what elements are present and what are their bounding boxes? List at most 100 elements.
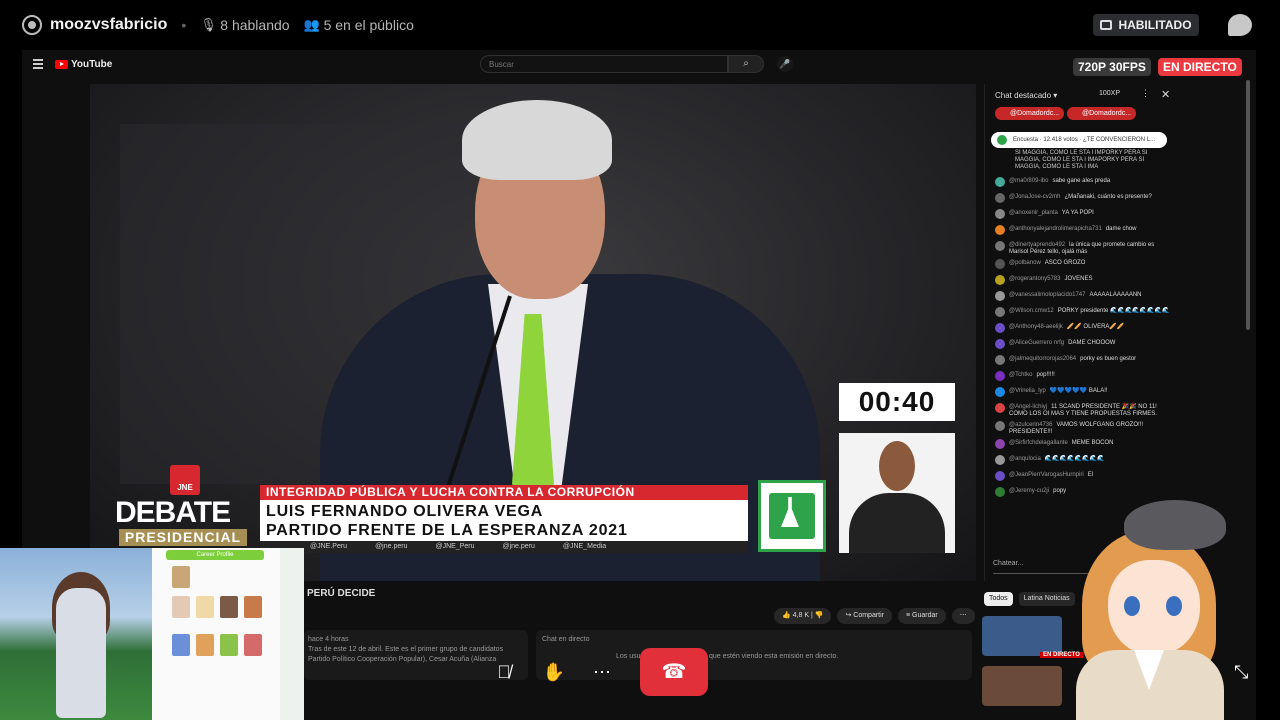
speakers-label: 8 hablando [220, 17, 290, 33]
jne-logo: JNE [170, 465, 200, 495]
related-video-thumbnail[interactable] [982, 616, 1062, 656]
avatar[interactable] [995, 259, 1005, 269]
avatar[interactable] [995, 355, 1005, 365]
desc-text: Tras de este 12 de abril. Este es el pri… [308, 646, 504, 653]
share-button[interactable]: ↪ Compartir [837, 608, 893, 624]
chat-poll[interactable]: Encuesta · 12.418 votos · ¿TE CONVENCIER… [991, 132, 1167, 148]
youtube-logo-text: YouTube [71, 59, 113, 70]
chat-author[interactable]: @vanessalimoloplacido1747 [1009, 292, 1085, 298]
related-video-thumbnail[interactable] [982, 666, 1062, 706]
avatar[interactable] [995, 487, 1005, 497]
tab-latina-noticias[interactable]: Latina Noticias [1018, 592, 1075, 606]
chat-author[interactable]: @JonaJose-cv2mh [1009, 194, 1060, 200]
chat-author[interactable]: @azulcerin4736 [1009, 422, 1052, 428]
chat-author[interactable]: @jalmequitorrorojas2064 [1009, 356, 1076, 362]
save-button[interactable]: ≡ Guardar [898, 608, 946, 624]
youtube-header: YouTube Buscar ⌕ 🎤 [22, 50, 1256, 80]
chat-author[interactable]: @AliceGuerrero nrfg [1009, 340, 1064, 346]
chat-author[interactable]: @anqulocia [1009, 456, 1041, 462]
profile-card [196, 634, 214, 656]
channel-name[interactable]: moozvsfabricio [50, 16, 167, 34]
avatar[interactable] [995, 403, 1005, 413]
chat-author[interactable]: @Anthony48-aeelijk [1009, 324, 1063, 330]
avatar[interactable] [995, 225, 1005, 235]
chat-text: sabe gane ales preda [1052, 178, 1111, 184]
more-icon[interactable]: ⋯ [582, 652, 622, 692]
chat-author[interactable]: @ma0/809-ibo [1009, 178, 1048, 184]
tab-todos[interactable]: Todos [984, 592, 1013, 606]
career-profile-tile[interactable]: Career Profile [152, 548, 304, 720]
profile-card [220, 634, 238, 656]
avatar[interactable] [995, 371, 1005, 381]
like-button[interactable]: 👍 4,8 K | 👎 [774, 608, 832, 624]
speakers-count: 🎙 8 hablando [200, 17, 289, 33]
live-badge: EN DIRECTO [1158, 58, 1242, 76]
chat-text: 🥖🥖 OLIVERA🥖🥖 [1066, 324, 1125, 330]
chat-author[interactable]: @JeanPierrVarogasHurnpiri [1009, 472, 1084, 478]
chat-message: @jalmequitorrorojas2064 porky es buen ges… [995, 354, 1171, 368]
end-call-button[interactable]: ☎ [640, 648, 708, 696]
voice-search-icon[interactable]: 🎤 [777, 56, 793, 72]
chat-author[interactable]: @Tchtko [1009, 372, 1032, 378]
chat-more-icon[interactable]: ⋮ [1141, 88, 1150, 99]
mic-off-icon[interactable]: 🎙̸ [484, 652, 524, 692]
avatar[interactable] [995, 177, 1005, 187]
chat-text: 🌊🌊🌊🌊🌊🌊🌊🌊 [1044, 456, 1105, 462]
separator-dot: • [181, 17, 187, 33]
search-icon[interactable]: ⌕ [728, 55, 764, 73]
chat-text: PORKY presidente 🌊🌊🌊🌊🌊🌊🌊🌊 [1057, 308, 1170, 314]
avatar[interactable] [995, 209, 1005, 219]
game-screenshare-tile[interactable] [0, 548, 152, 720]
chat-author[interactable]: @Sirfirfchdelagallante [1009, 440, 1068, 446]
avatar[interactable] [995, 421, 1005, 431]
avatar[interactable] [995, 307, 1005, 317]
more-actions-button[interactable]: ⋯ [951, 608, 975, 624]
chat-author[interactable]: @Wilson.cmw12 [1009, 308, 1054, 314]
social-handle: @JNE_Peru [435, 543, 475, 550]
camera-enabled-button[interactable]: HABILITADO [1093, 14, 1199, 36]
chat-author[interactable]: @Jeremy-cu2ji [1009, 488, 1049, 494]
avatar[interactable] [995, 455, 1005, 465]
chat-author[interactable]: @dinertyaprendo492 [1009, 242, 1065, 248]
raise-hand-icon[interactable]: ✋ [534, 652, 574, 692]
chat-author[interactable]: @anthonyalejandrolimerapicha731 [1009, 226, 1102, 232]
avatar[interactable] [995, 439, 1005, 449]
chat-message: @JonaJose-cv2mh ¿Mañanaki, cuánto es pres… [995, 192, 1171, 206]
avatar[interactable] [995, 193, 1005, 203]
chat-icon[interactable] [1228, 14, 1252, 36]
close-icon[interactable]: ✕ [1161, 88, 1170, 101]
chat-message: @anqulocia 🌊🌊🌊🌊🌊🌊🌊🌊 [995, 454, 1171, 468]
avatar[interactable] [995, 241, 1005, 251]
exit-fullscreen-icon[interactable]: ⤡ [1234, 662, 1254, 682]
super-chat-pill[interactable]: @Domadordc... [995, 107, 1065, 120]
avatar[interactable] [995, 323, 1005, 333]
search-input[interactable]: Buscar [480, 55, 728, 73]
interpreter-body [849, 493, 945, 553]
chat-message: @Tchtko pop!!!!! [995, 370, 1171, 384]
chat-author[interactable]: @Angel-lichiyj [1009, 404, 1047, 410]
debate-timer: 00:40 [839, 383, 955, 421]
avatar[interactable] [995, 339, 1005, 349]
chat-mode-dropdown[interactable]: Chat destacado ▾ [995, 91, 1057, 100]
video-player[interactable]: 00:40 JNE DEBATE PRESIDENCIAL INTEGRIDAD… [90, 84, 976, 581]
avatar[interactable] [995, 275, 1005, 285]
chat-author[interactable]: @Vrinelia_lyp [1009, 388, 1046, 394]
chat-author[interactable]: @rogerantony5783 [1009, 276, 1060, 282]
chat-message: @Angel-lichiyj 11 SCAND PRESIDENTE 🎉🎉 NO … [995, 402, 1171, 418]
scrollbar[interactable] [1246, 80, 1250, 330]
chat-author[interactable]: @anoxenir_planta [1009, 210, 1058, 216]
chat-text: JOVENES [1064, 276, 1093, 282]
chat-author[interactable]: @polbanow [1009, 260, 1041, 266]
vtuber-eye [1124, 596, 1140, 616]
chat-message: @anthonyalejandrolimerapicha731 dame chow [995, 224, 1171, 238]
youtube-logo[interactable]: YouTube [55, 59, 112, 70]
party-logo [758, 480, 826, 552]
video-actions: 👍 4,8 K | 👎 ↪ Compartir ≡ Guardar ⋯ [774, 608, 975, 624]
super-chat-pill[interactable]: @Domadordc... [1067, 107, 1137, 120]
desc-date: hace 4 horas [308, 636, 349, 643]
pinned-message: SI MAGGIA, COMO LE STA I IMPORKY PERA SI… [1015, 150, 1148, 170]
avatar[interactable] [995, 291, 1005, 301]
avatar[interactable] [995, 471, 1005, 481]
menu-icon[interactable] [33, 59, 43, 69]
avatar[interactable] [995, 387, 1005, 397]
